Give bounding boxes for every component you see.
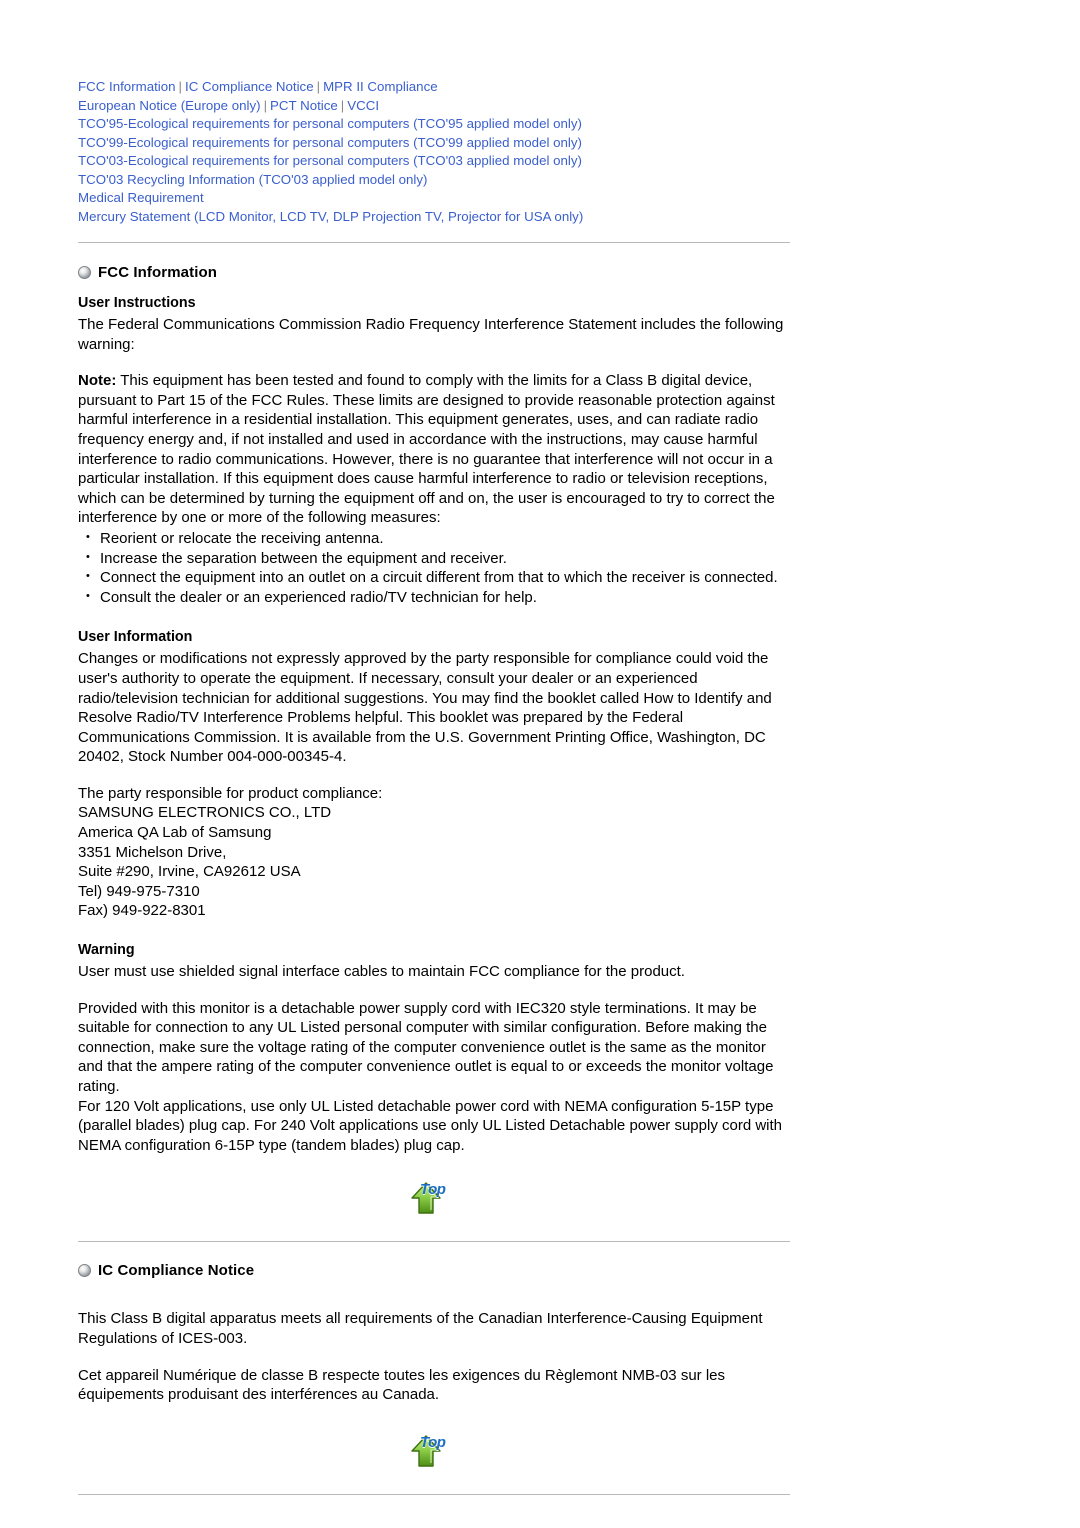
sphere-bullet-icon [78, 266, 91, 279]
note-label: Note: [78, 372, 117, 390]
responsible-party-line: Suite #290, Irvine, CA92612 USA [78, 863, 301, 881]
section-heading-fcc-information: FCC Information [78, 264, 790, 281]
nav-link-medical-requirement[interactable]: Medical Requirement [78, 190, 204, 205]
top-button-container-1: Top [78, 1177, 790, 1221]
nav-row-4: TCO'99-Ecological requirements for perso… [78, 134, 790, 153]
paragraph-power-cord: Provided with this monitor is a detachab… [78, 999, 774, 1095]
paragraph-nema: For 120 Volt applications, use only UL L… [78, 1097, 783, 1154]
nav-row-1: FCC Information | IC Compliance Notice | MPR… [78, 78, 790, 97]
nav-link-tco99[interactable]: TCO'99-Ecological requirements for perso… [78, 135, 582, 150]
subheading-user-information: User Information [78, 629, 193, 646]
paragraph-ic-french: Cet appareil Numérique de classe B respe… [78, 1366, 725, 1404]
nav-separator: | [340, 97, 345, 113]
nav-row-6: TCO'03 Recycling Information (TCO'03 app… [78, 171, 790, 190]
list-item: Increase the separation between the equi… [78, 548, 790, 569]
paragraph-warning: User must use shielded signal interface … [78, 963, 685, 981]
paragraph-user-instructions: The Federal Communications Commission Ra… [78, 316, 784, 353]
nav-link-mpr-ii-compliance[interactable]: MPR II Compliance [323, 79, 438, 94]
top-button[interactable]: Top [400, 1177, 468, 1221]
paragraph-ic-english: This Class B digital apparatus meets all… [78, 1310, 763, 1347]
nav-row-2: European Notice (Europe only) | PCT Notice… [78, 97, 790, 116]
nav-link-european-notice[interactable]: European Notice (Europe only) [78, 98, 261, 113]
nav-separator: | [316, 79, 321, 94]
section-heading-ic-compliance-notice: IC Compliance Notice [78, 1262, 790, 1279]
document-content: FCC Information | IC Compliance Notice | MPR… [78, 78, 790, 1495]
responsible-party-line: Fax) 949-922-8301 [78, 902, 206, 920]
subheading-warning: Warning [78, 942, 135, 959]
list-item: Consult the dealer or an experienced rad… [78, 587, 790, 608]
nav-row-7: Medical Requirement [78, 189, 790, 208]
list-item: Reorient or relocate the receiving anten… [78, 528, 790, 549]
navigation-link-list: FCC Information | IC Compliance Notice | MPR… [78, 78, 790, 226]
nav-link-mercury-statement[interactable]: Mercury Statement (LCD Monitor, LCD TV, … [78, 209, 583, 224]
nav-row-8: Mercury Statement (LCD Monitor, LCD TV, … [78, 208, 790, 227]
responsible-party-block: The party responsible for product compli… [78, 784, 790, 921]
responsible-party-line: The party responsible for product compli… [78, 784, 383, 802]
top-button-container-2: Top [78, 1430, 790, 1474]
paragraph-note: Note: This equipment has been tested and… [78, 371, 790, 528]
divider [78, 1493, 790, 1495]
nav-link-tco03[interactable]: TCO'03-Ecological requirements for perso… [78, 153, 582, 168]
divider [78, 1241, 790, 1243]
nav-link-ic-compliance-notice[interactable]: IC Compliance Notice [185, 79, 314, 94]
top-button-label: Top [420, 1181, 446, 1199]
responsible-party-line: SAMSUNG ELECTRONICS CO., LTD [78, 804, 332, 822]
paragraph-user-information: Changes or modifications not expressly a… [78, 650, 772, 766]
nav-row-5: TCO'03-Ecological requirements for perso… [78, 152, 790, 171]
nav-link-tco95[interactable]: TCO'95-Ecological requirements for perso… [78, 116, 582, 131]
nav-separator: | [178, 79, 183, 94]
note-body: This equipment has been tested and found… [78, 372, 775, 527]
measures-list: Reorient or relocate the receiving anten… [78, 528, 790, 608]
list-item: Connect the equipment into an outlet on … [78, 567, 790, 588]
nav-row-3: TCO'95-Ecological requirements for perso… [78, 115, 790, 134]
document-page: FCC Information | IC Compliance Notice | MPR… [0, 0, 1080, 1528]
nav-link-pct-notice[interactable]: PCT Notice [270, 98, 338, 113]
section-title: FCC Information [98, 264, 217, 281]
responsible-party-line: America QA Lab of Samsung [78, 824, 272, 842]
divider [78, 242, 790, 243]
top-button[interactable]: Top [400, 1430, 468, 1474]
nav-separator: | [263, 97, 268, 113]
responsible-party-line: 3351 Michelson Drive, [78, 843, 227, 861]
nav-link-tco03-recycling[interactable]: TCO'03 Recycling Information (TCO'03 app… [78, 172, 427, 187]
subheading-user-instructions: User Instructions [78, 295, 196, 311]
section-title: IC Compliance Notice [98, 1262, 255, 1280]
nav-link-vcci[interactable]: VCCI [347, 98, 379, 113]
sphere-bullet-icon [78, 1264, 91, 1278]
responsible-party-line: Tel) 949-975-7310 [78, 882, 200, 900]
top-button-label: Top [420, 1433, 446, 1451]
nav-link-fcc-information[interactable]: FCC Information [78, 79, 176, 94]
